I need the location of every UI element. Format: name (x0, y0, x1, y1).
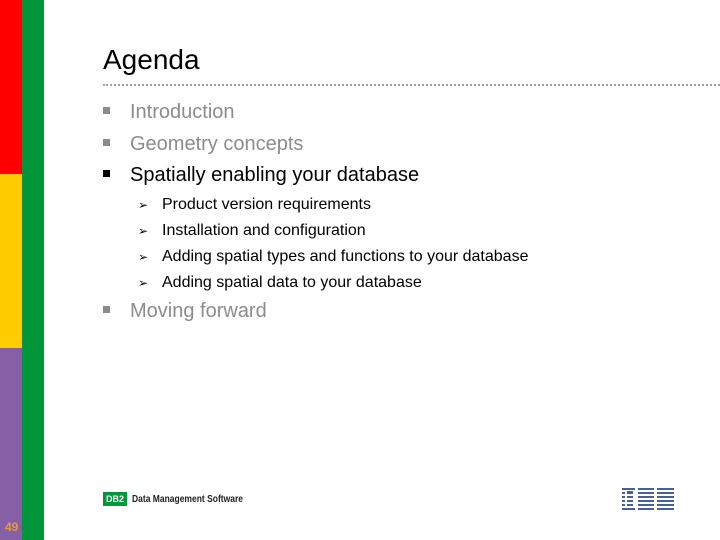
agenda-item-geometry: Geometry concepts (103, 133, 303, 156)
slide-title: Agenda (103, 44, 200, 75)
ibm-logo-icon (622, 487, 674, 511)
agenda-subitem: ➢ Adding spatial data to your database (138, 274, 422, 292)
agenda-subitem-label: Adding spatial data to your database (162, 274, 422, 291)
accent-bar-yellow (0, 174, 22, 348)
agenda-item-label: Introduction (130, 101, 235, 123)
accent-bar-purple (0, 348, 22, 540)
title-divider (103, 84, 720, 86)
db2-footer-logo: DB2 Data Management Software (103, 492, 263, 506)
page-number: 49 (5, 520, 19, 534)
arrow-bullet-icon: ➢ (138, 198, 149, 212)
product-name: Data Management Software (132, 493, 244, 505)
agenda-subitem-label: Product version requirements (162, 196, 371, 213)
square-bullet-icon (103, 107, 110, 115)
agenda-item-introduction: Introduction (103, 101, 235, 124)
agenda-subitem: ➢ Product version requirements (138, 196, 371, 214)
accent-bar-red (0, 0, 22, 174)
agenda-subitem: ➢ Installation and configuration (138, 222, 366, 240)
agenda-subitem-label: Installation and configuration (162, 222, 366, 239)
arrow-bullet-icon: ➢ (138, 276, 149, 290)
square-bullet-icon (103, 306, 110, 314)
agenda-subitem-label: Adding spatial types and functions to yo… (162, 248, 529, 265)
agenda-item-label: Moving forward (130, 300, 267, 322)
agenda-item-label: Geometry concepts (130, 133, 304, 155)
agenda-item-moving-forward: Moving forward (103, 300, 267, 323)
agenda-item-spatially-enabling: Spatially enabling your database (103, 164, 419, 187)
agenda-item-label: Spatially enabling your database (130, 164, 420, 186)
arrow-bullet-icon: ➢ (138, 224, 149, 238)
arrow-bullet-icon: ➢ (138, 250, 149, 264)
agenda-subitem: ➢ Adding spatial types and functions to y… (138, 248, 528, 266)
square-bullet-icon (103, 139, 110, 147)
accent-bar-green (22, 0, 44, 540)
db2-badge: DB2 (103, 492, 128, 506)
square-bullet-icon (103, 170, 110, 178)
